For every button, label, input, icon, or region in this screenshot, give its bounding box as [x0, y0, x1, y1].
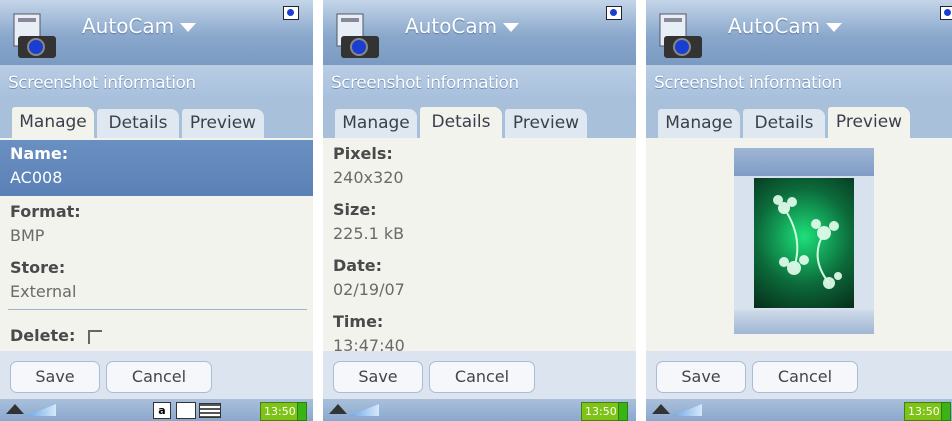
app-title: AutoCam [405, 14, 498, 38]
tab-manage[interactable]: Manage [335, 109, 417, 138]
app-title-dropdown[interactable]: AutoCam [728, 14, 843, 38]
signal-strength-icon [26, 404, 56, 416]
app-title-dropdown[interactable]: AutoCam [405, 14, 520, 38]
tab-preview[interactable]: Preview [505, 109, 587, 138]
tab-bar: Manage Details Preview [323, 101, 636, 138]
delete-checkbox[interactable] [88, 330, 102, 344]
manage-form: Name: AC008 Format: BMP Store: External … [0, 138, 313, 351]
status-bar: a 13:50 [0, 399, 313, 421]
store-value[interactable]: External [10, 282, 76, 301]
size-value: 225.1 kB [333, 224, 405, 243]
name-value: AC008 [10, 168, 63, 187]
home-icon[interactable] [329, 404, 347, 414]
store-label: Store: [10, 258, 66, 277]
time-label: Time: [333, 312, 384, 331]
thumbnail-footer [734, 310, 874, 334]
date-label: Date: [333, 256, 382, 275]
app-title: AutoCam [82, 14, 175, 38]
delete-label: Delete: [10, 326, 76, 345]
button-bar: Save Cancel [323, 351, 636, 399]
camera-status-icon [606, 6, 622, 20]
signal-strength-icon [349, 404, 379, 416]
thumbnail-header [734, 148, 874, 176]
button-bar: Save Cancel [646, 351, 952, 399]
tab-manage[interactable]: Manage [12, 107, 94, 138]
pixels-value: 240x320 [333, 168, 404, 187]
chevron-down-icon [180, 23, 197, 32]
app-header: AutoCam [0, 0, 313, 65]
tab-bar: Manage Details Preview [0, 101, 313, 138]
details-list: Pixels: 240x320 Size: 225.1 kB Date: 02/… [323, 138, 636, 355]
cancel-button[interactable]: Cancel [429, 361, 535, 393]
cancel-button[interactable]: Cancel [752, 361, 858, 393]
clock: 13:50 [904, 402, 944, 421]
battery-icon [297, 402, 307, 421]
app-header: AutoCam [323, 0, 636, 65]
tab-details[interactable]: Details [97, 109, 179, 138]
home-icon[interactable] [652, 404, 670, 414]
tab-details[interactable]: Details [743, 109, 825, 138]
clock: 13:50 [581, 402, 621, 421]
pixels-label: Pixels: [333, 144, 393, 163]
preview-pane [646, 138, 952, 351]
chevron-down-icon [826, 23, 843, 32]
tab-preview[interactable]: Preview [182, 109, 264, 138]
camera-status-icon [940, 6, 952, 20]
screenshot-thumbnail [734, 148, 874, 334]
app-title-dropdown[interactable]: AutoCam [82, 14, 197, 38]
tab-bar: Manage Details Preview [646, 101, 952, 138]
camera-app-icon [13, 13, 56, 58]
camera-status-icon [283, 6, 299, 20]
format-label: Format: [10, 202, 81, 221]
format-value[interactable]: BMP [10, 226, 44, 245]
status-bar: 13:50 [646, 399, 952, 421]
app-header: AutoCam [646, 0, 952, 65]
phone-screen-details: AutoCam Screenshot information Manage De… [323, 0, 636, 421]
save-button[interactable]: Save [10, 361, 100, 393]
camera-app-icon [659, 13, 702, 58]
phone-screen-preview: AutoCam Screenshot information Manage De… [646, 0, 952, 421]
chevron-down-icon [503, 23, 520, 32]
connection-icon [176, 402, 196, 419]
cancel-button[interactable]: Cancel [106, 361, 212, 393]
input-mode-indicator: a [153, 402, 171, 419]
subheader: Screenshot information [323, 65, 636, 101]
size-label: Size: [333, 200, 377, 219]
subheader: Screenshot information [0, 65, 313, 101]
status-bar: 13:50 [323, 399, 636, 421]
home-icon[interactable] [6, 404, 24, 414]
flower-image [754, 178, 854, 308]
divider [8, 309, 307, 310]
camera-app-icon [336, 13, 379, 58]
battery-icon [618, 402, 628, 421]
subheader: Screenshot information [646, 65, 952, 101]
battery-icon [941, 402, 951, 421]
phone-screen-manage: AutoCam Screenshot information Manage De… [0, 0, 313, 421]
save-button[interactable]: Save [333, 361, 423, 393]
name-label: Name: [10, 144, 69, 163]
date-value: 02/19/07 [333, 280, 405, 299]
name-field[interactable]: Name: AC008 [0, 140, 313, 196]
flower-pattern-icon [773, 195, 842, 289]
save-button[interactable]: Save [656, 361, 746, 393]
tab-details[interactable]: Details [420, 107, 502, 138]
tab-preview[interactable]: Preview [828, 107, 910, 138]
signal-strength-icon [672, 404, 702, 416]
clock: 13:50 [260, 402, 300, 421]
tab-manage[interactable]: Manage [658, 109, 740, 138]
app-title: AutoCam [728, 14, 821, 38]
button-bar: Save Cancel [0, 351, 313, 399]
keyboard-icon [199, 403, 221, 418]
